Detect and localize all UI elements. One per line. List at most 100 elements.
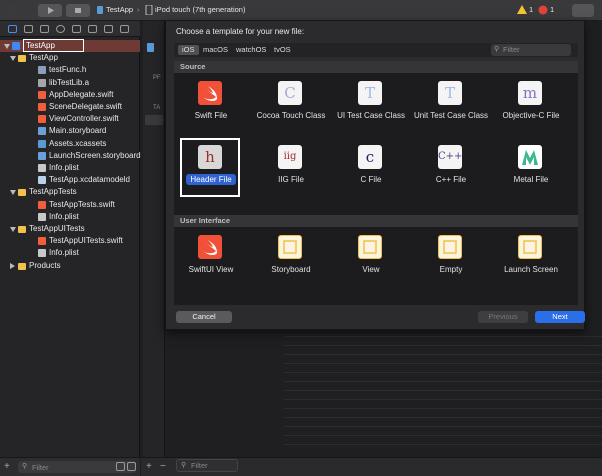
template-label: Header File <box>171 174 251 185</box>
template-label-text: Swift File <box>194 111 228 120</box>
template-label-text: C++ File <box>435 175 467 184</box>
next-button[interactable]: Next <box>535 311 585 323</box>
file-row[interactable]: Info.plist <box>0 211 140 223</box>
code-line <box>284 408 602 409</box>
editor-layout-button[interactable] <box>572 4 594 17</box>
file-row[interactable]: AppDelegate.swift <box>0 89 140 101</box>
sb-file-icon <box>38 127 46 136</box>
template-label-text: IIG File <box>278 175 304 184</box>
source-control-icon[interactable] <box>24 25 33 33</box>
file-row-label: LaunchScreen.storyboard <box>49 150 141 160</box>
scheme-target[interactable]: TestApp <box>106 5 133 14</box>
stop-button[interactable] <box>66 4 90 17</box>
file-row-label: TestApp <box>23 39 84 52</box>
file-row[interactable]: Products <box>0 260 140 272</box>
code-line <box>284 372 602 373</box>
folder-file-icon <box>18 262 26 270</box>
file-row[interactable]: testFunc.h <box>0 64 140 76</box>
template-label: Swift File <box>171 111 251 121</box>
disclosure-collapsed-icon[interactable] <box>10 262 15 269</box>
metal-file-icon <box>518 145 542 169</box>
test-icon[interactable] <box>88 25 97 33</box>
file-row-label: ViewController.swift <box>49 114 119 124</box>
hfile-file-icon <box>38 66 46 75</box>
header-file-icon: h <box>198 145 222 169</box>
file-row[interactable]: TestApp.xcdatamodeld <box>0 174 140 186</box>
editor-jump-column: PF TA <box>143 21 165 476</box>
code-line <box>284 354 602 355</box>
file-row[interactable]: TestApp <box>0 52 140 64</box>
ui-header: User Interface <box>174 215 578 227</box>
device-icon <box>145 4 153 16</box>
source-header: Source <box>174 61 578 73</box>
code-line <box>284 345 602 346</box>
file-row[interactable]: TestAppUITests.swift <box>0 235 140 247</box>
recent-files-icon[interactable] <box>116 462 125 471</box>
navigator-filter-bar: + ⚲ Filter <box>0 457 140 476</box>
template-label-text: Unit Test Case Class <box>413 111 489 120</box>
disclosure-expanded-icon[interactable] <box>10 227 16 232</box>
template-label: C++ File <box>411 175 491 185</box>
error-icon[interactable] <box>538 5 548 15</box>
template-filter-input[interactable]: ⚲ Filter <box>491 44 571 56</box>
file-row[interactable]: Info.plist <box>0 247 140 259</box>
filter-placeholder: Filter <box>503 45 520 54</box>
issue-icon[interactable] <box>72 25 81 33</box>
tab-macos[interactable]: macOS <box>199 45 232 55</box>
code-line <box>284 417 602 418</box>
template-label-text: Header File <box>186 174 236 185</box>
symbol-icon[interactable] <box>40 25 49 33</box>
file-row[interactable]: Assets.xcassets <box>0 138 140 150</box>
tab-watchos[interactable]: watchOS <box>232 45 270 55</box>
scheme-device[interactable]: iPod touch (7th generation) <box>155 5 245 14</box>
filter-icon: ⚲ <box>22 463 28 470</box>
scm-filter-icon[interactable] <box>127 462 136 471</box>
plist-file-icon <box>38 212 46 221</box>
navigator-selector-bar <box>0 21 140 37</box>
swift-icon <box>198 235 222 259</box>
file-row[interactable]: TestAppTests <box>0 186 140 198</box>
disclosure-expanded-icon[interactable] <box>10 56 16 62</box>
template-label-text: Cocoa Touch Class <box>256 111 326 120</box>
disclosure-expanded-icon[interactable] <box>4 44 10 49</box>
remove-icon[interactable]: − <box>160 461 166 472</box>
unit-test-case-icon: T <box>438 81 462 105</box>
tab-ios[interactable]: iOS <box>178 45 199 55</box>
platform-tab-bar: iOS macOS watchOS tvOS ⚲ Filter <box>174 43 578 57</box>
tab-tvos[interactable]: tvOS <box>270 45 295 55</box>
run-button[interactable] <box>38 4 62 17</box>
file-row[interactable]: TestAppUITests <box>0 223 140 235</box>
breakpoint-icon[interactable] <box>120 25 129 33</box>
warning-icon[interactable] <box>517 5 527 15</box>
template-label: Empty <box>411 265 491 275</box>
proj-file-icon <box>12 42 20 50</box>
editor-filter-input[interactable]: ⚲ Filter <box>176 459 238 472</box>
template-chooser-sheet: Choose a template for your new file: iOS… <box>165 21 585 330</box>
disclosure-expanded-icon[interactable] <box>10 190 16 196</box>
filter-icon: ⚲ <box>181 462 187 469</box>
code-line <box>284 399 602 400</box>
previous-button[interactable]: Previous <box>478 311 528 323</box>
file-row[interactable]: TestAppTests.swift <box>0 199 140 211</box>
window-controls <box>6 4 18 17</box>
file-row[interactable]: ViewController.swift <box>0 113 140 125</box>
folder-icon[interactable] <box>8 25 17 33</box>
plist-file-icon <box>38 164 46 172</box>
file-row[interactable]: SceneDelegate.swift <box>0 101 140 113</box>
file-row[interactable]: LaunchScreen.storyboard <box>0 150 141 162</box>
launch-screen-icon <box>518 235 542 259</box>
file-row[interactable]: Main.storyboard <box>0 125 140 137</box>
file-row[interactable]: Info.plist <box>0 162 140 174</box>
file-row-label: AppDelegate.swift <box>49 89 114 99</box>
debug-icon[interactable] <box>104 25 113 33</box>
search-icon[interactable] <box>56 25 65 33</box>
filter-input[interactable]: ⚲ Filter <box>18 461 136 473</box>
add-icon[interactable]: + <box>146 461 152 472</box>
file-row[interactable]: libTestLib.a <box>0 77 140 89</box>
add-icon[interactable]: + <box>4 461 10 472</box>
file-row[interactable]: TestApp <box>0 39 140 52</box>
model-file-icon <box>38 176 46 185</box>
play-icon <box>48 7 54 14</box>
selected-row-stub <box>145 115 163 125</box>
cancel-button[interactable]: Cancel <box>176 311 232 323</box>
